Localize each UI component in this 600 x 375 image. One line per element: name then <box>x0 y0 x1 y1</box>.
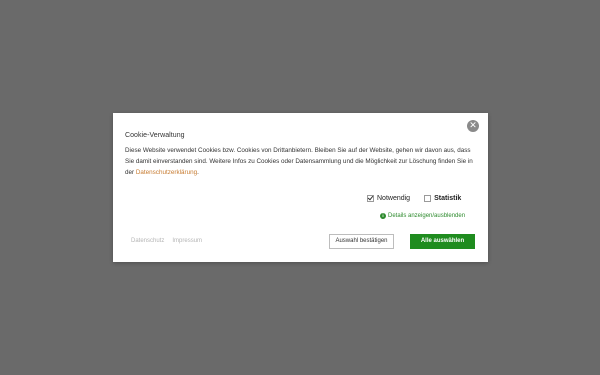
cookie-category-checkboxes: Notwendig Statistik <box>367 192 461 204</box>
dialog-title: Cookie-Verwaltung <box>125 132 185 139</box>
checkbox-statistik-box[interactable] <box>424 194 432 202</box>
details-toggle[interactable]: i Details anzeigen/ausblenden <box>380 213 465 219</box>
details-toggle-label: Details anzeigen/ausblenden <box>388 213 466 219</box>
close-icon[interactable]: ✕ <box>467 120 479 132</box>
checkbox-notwendig-label: Notwendig <box>377 194 411 202</box>
footer-link-impressum[interactable]: Impressum <box>172 238 202 244</box>
privacy-policy-link[interactable]: Datenschutzerklärung <box>136 169 197 176</box>
checkbox-statistik[interactable]: Statistik <box>424 194 462 202</box>
info-icon: i <box>380 213 386 219</box>
checkbox-notwendig-box[interactable] <box>367 194 374 202</box>
dialog-description: Diese Website verwendet Cookies bzw. Coo… <box>125 145 475 178</box>
accept-all-button[interactable]: Alle auswählen <box>410 234 475 249</box>
description-end: . <box>197 169 199 176</box>
accept-selection-button[interactable]: Auswahl bestätigen <box>329 234 394 249</box>
cookie-consent-dialog: ✕ Cookie-Verwaltung Diese Website verwen… <box>113 113 488 262</box>
checkbox-statistik-label: Statistik <box>434 194 462 202</box>
footer-links: Datenschutz Impressum <box>131 238 210 244</box>
checkbox-notwendig[interactable]: Notwendig <box>367 194 411 202</box>
footer-link-datenschutz[interactable]: Datenschutz <box>131 238 164 244</box>
